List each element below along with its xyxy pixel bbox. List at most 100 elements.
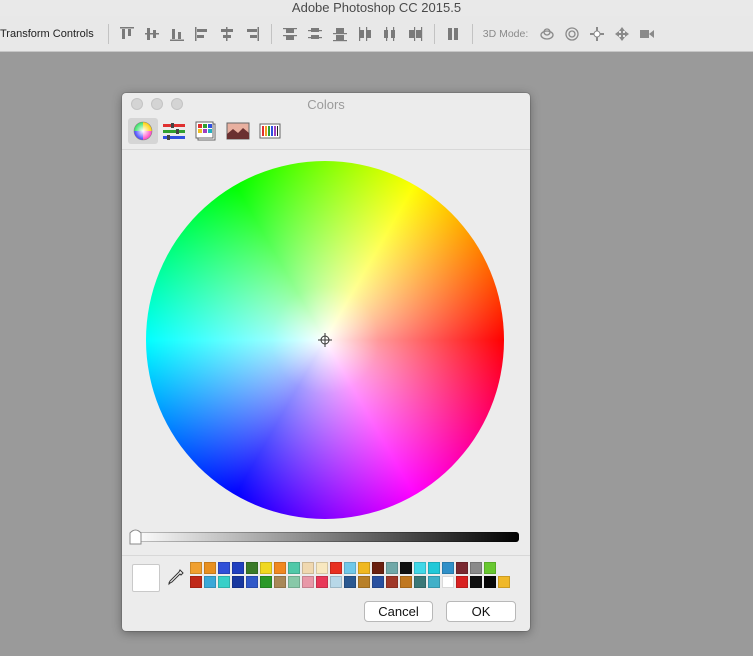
image-palettes-icon	[226, 122, 250, 140]
color-swatch[interactable]	[246, 562, 258, 574]
color-swatch[interactable]	[260, 576, 272, 588]
toolbar-divider	[433, 23, 435, 44]
align-vertical-centers-button[interactable]	[140, 22, 165, 46]
eyedropper-icon[interactable]	[167, 568, 185, 586]
color-swatch[interactable]	[344, 576, 356, 588]
color-swatch[interactable]	[358, 576, 370, 588]
color-palettes-icon	[195, 121, 216, 141]
auto-align-layers-button[interactable]	[441, 22, 466, 46]
color-wheel-icon	[133, 121, 153, 141]
3d-slide-button[interactable]	[609, 22, 634, 46]
color-swatch[interactable]	[428, 562, 440, 574]
align-horizontal-centers-button[interactable]	[215, 22, 240, 46]
color-swatch[interactable]	[358, 562, 370, 574]
3d-scale-icon	[639, 29, 654, 38]
3d-orbit-button[interactable]	[534, 22, 559, 46]
align-right-edges-button[interactable]	[240, 22, 265, 46]
distribute-bottom-edges-button[interactable]	[328, 22, 353, 46]
color-swatch[interactable]	[260, 562, 272, 574]
distribute-right-edges-icon	[409, 26, 423, 41]
3d-roll-button[interactable]	[559, 22, 584, 46]
color-swatch[interactable]	[386, 562, 398, 574]
color-swatch[interactable]	[302, 562, 314, 574]
distribute-top-edges-button[interactable]	[278, 22, 303, 46]
align-bottom-edges-button[interactable]	[165, 22, 190, 46]
align-bottom-edges-icon	[170, 28, 185, 41]
current-color-swatch[interactable]	[132, 564, 160, 592]
color-swatch[interactable]	[344, 562, 356, 574]
distribute-left-edges-button[interactable]	[353, 22, 378, 46]
color-swatch[interactable]	[498, 576, 510, 588]
align-top-edges-icon	[120, 26, 135, 39]
color-swatch[interactable]	[442, 576, 454, 588]
color-swatch[interactable]	[190, 576, 202, 588]
toolbar-divider	[270, 23, 272, 44]
color-swatches	[190, 562, 512, 591]
toolbar-divider	[107, 23, 109, 44]
color-sliders-icon	[163, 123, 185, 140]
distribute-horizontal-centers-button[interactable]	[378, 22, 403, 46]
color-swatch[interactable]	[190, 562, 202, 574]
brightness-slider-thumb[interactable]	[129, 528, 142, 545]
color-swatch[interactable]	[470, 576, 482, 588]
color-swatch[interactable]	[288, 562, 300, 574]
color-swatch[interactable]	[400, 576, 412, 588]
color-swatch[interactable]	[316, 562, 328, 574]
color-swatch[interactable]	[372, 576, 384, 588]
3d-orbit-icon	[540, 27, 554, 40]
brightness-slider[interactable]	[132, 532, 519, 542]
color-swatch[interactable]	[316, 576, 328, 588]
color-swatch[interactable]	[400, 562, 412, 574]
color-swatch[interactable]	[330, 576, 342, 588]
options-bar: Transform Controls 3D Mode:	[0, 16, 753, 52]
color-swatch[interactable]	[372, 562, 384, 574]
transform-controls-label[interactable]: Transform Controls	[0, 28, 94, 40]
colors-panel-title: Colors	[307, 97, 345, 112]
cancel-button[interactable]: Cancel	[364, 601, 433, 622]
color-swatch[interactable]	[204, 562, 216, 574]
distribute-right-edges-button[interactable]	[403, 22, 428, 46]
image-palettes-tab[interactable]	[223, 118, 253, 144]
3d-mode-label: 3D Mode:	[482, 27, 529, 40]
color-sliders-tab[interactable]	[159, 118, 189, 144]
align-top-edges-button[interactable]	[115, 22, 140, 46]
3d-scale-button[interactable]	[634, 22, 659, 46]
color-swatch[interactable]	[274, 576, 286, 588]
color-swatch[interactable]	[218, 562, 230, 574]
color-swatch[interactable]	[302, 576, 314, 588]
color-wheel-area	[122, 150, 530, 590]
align-right-edges-icon	[247, 26, 260, 41]
colors-panel-tabs	[122, 115, 530, 147]
color-swatch[interactable]	[456, 562, 468, 574]
align-left-edges-button[interactable]	[190, 22, 215, 46]
color-wheel-crosshair-icon[interactable]	[318, 333, 332, 347]
color-swatch[interactable]	[204, 576, 216, 588]
pencils-tab[interactable]	[255, 118, 285, 144]
color-swatch[interactable]	[232, 562, 244, 574]
3d-pan-button[interactable]	[584, 22, 609, 46]
color-swatch[interactable]	[414, 576, 426, 588]
app-title-bar: Adobe Photoshop CC 2015.5	[0, 0, 753, 16]
color-swatch[interactable]	[484, 576, 496, 588]
color-swatch[interactable]	[232, 576, 244, 588]
color-swatch[interactable]	[288, 576, 300, 588]
color-wheel-tab[interactable]	[128, 118, 158, 144]
color-palettes-tab[interactable]	[191, 118, 221, 144]
color-swatch[interactable]	[386, 576, 398, 588]
ok-button[interactable]: OK	[446, 601, 516, 622]
app-title: Adobe Photoshop CC 2015.5	[291, 0, 462, 15]
color-swatch[interactable]	[330, 562, 342, 574]
colors-panel-titlebar[interactable]: Colors	[122, 93, 530, 115]
color-swatch[interactable]	[428, 576, 440, 588]
distribute-bottom-edges-icon	[333, 27, 348, 41]
3d-roll-icon	[565, 26, 579, 41]
color-swatch[interactable]	[470, 562, 482, 574]
color-swatch[interactable]	[218, 576, 230, 588]
color-swatch[interactable]	[484, 562, 496, 574]
color-swatch[interactable]	[456, 576, 468, 588]
color-swatch[interactable]	[414, 562, 426, 574]
color-swatch[interactable]	[442, 562, 454, 574]
distribute-vertical-centers-button[interactable]	[303, 22, 328, 46]
color-swatch[interactable]	[246, 576, 258, 588]
color-swatch[interactable]	[274, 562, 286, 574]
